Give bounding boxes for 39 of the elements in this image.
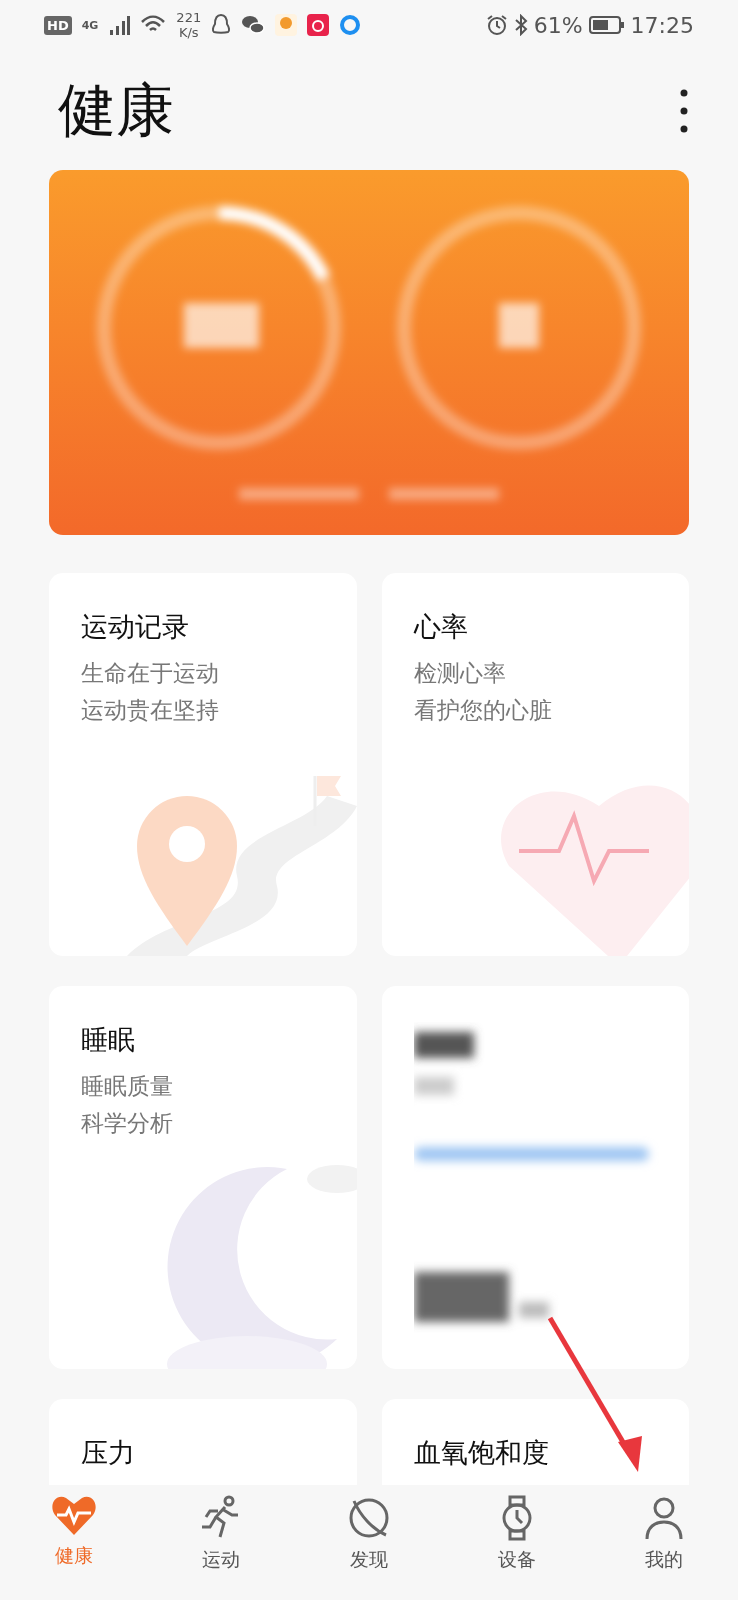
- battery-icon: [588, 15, 625, 35]
- clock-time: 17:25: [630, 12, 694, 38]
- nav-tab[interactable]: 发现: [295, 1485, 443, 1600]
- penguin-icon: [211, 13, 232, 37]
- app-icon: [275, 14, 298, 36]
- card-title: 睡眠: [81, 1023, 136, 1057]
- feature-card[interactable]: 运动记录 生命在于运动 运动贵在坚持: [49, 573, 357, 956]
- nav-tab[interactable]: 运动: [147, 1485, 296, 1600]
- weight-card[interactable]: [381, 986, 689, 1369]
- browser-icon: [339, 14, 362, 36]
- feature-card[interactable]: 睡眠 睡眠质量 科学分析: [49, 986, 357, 1369]
- hd-badge: HD: [44, 15, 72, 35]
- nav-tab[interactable]: 设备: [442, 1485, 591, 1600]
- feature-card[interactable]: 血氧饱和度: [381, 1399, 689, 1485]
- alarm-icon: [485, 14, 508, 36]
- signal-icon: [108, 15, 131, 35]
- speed-unit: K/s: [178, 25, 199, 40]
- network-label: 4G: [81, 18, 99, 32]
- heart-icon: [50, 1495, 97, 1537]
- nav-tab[interactable]: 我的: [590, 1485, 738, 1600]
- card-title: 压力: [81, 1436, 136, 1470]
- page-title: 健康: [58, 75, 174, 146]
- feature-card[interactable]: 心率 检测心率 看护您的心脏: [381, 573, 689, 956]
- card-subtitle: 检测心率: [413, 659, 507, 688]
- card-title: 血氧饱和度: [413, 1436, 550, 1470]
- feature-card[interactable]: 压力: [49, 1399, 357, 1485]
- card-subtitle: 生命在于运动: [81, 659, 220, 688]
- card-subtitle: 运动贵在坚持: [81, 696, 220, 725]
- card-subtitle: 看护您的心脏: [413, 696, 553, 725]
- card-title: 运动记录: [81, 610, 190, 644]
- chat-icon: [241, 14, 266, 36]
- battery-percent: 61%: [533, 12, 583, 38]
- more-icon[interactable]: [680, 89, 688, 133]
- card-title: 心率: [413, 610, 469, 644]
- card-subtitle: 科学分析: [81, 1109, 174, 1138]
- speed-value: 221: [176, 10, 202, 25]
- bluetooth-icon: [513, 14, 528, 36]
- card-subtitle: 睡眠质量: [81, 1072, 174, 1101]
- app-icon: [307, 14, 330, 36]
